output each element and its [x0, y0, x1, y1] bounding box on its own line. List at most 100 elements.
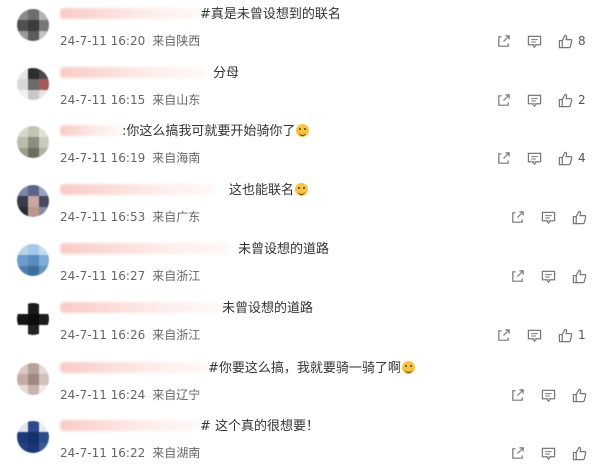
share-icon[interactable] — [510, 269, 525, 284]
avatar[interactable] — [17, 244, 49, 276]
comment-line: 分母 — [60, 65, 239, 83]
comment-meta: 24-7-11 16:22 来自湖南 — [60, 445, 207, 461]
comment-actions — [510, 268, 587, 284]
comment-text: 未曾设想的道路 — [238, 242, 330, 257]
thumbs-up-icon[interactable] — [572, 388, 587, 403]
comment-text: :你这么搞我可就要开始骑你了 — [122, 124, 296, 139]
comment-icon[interactable] — [527, 328, 542, 343]
redacted-username[interactable] — [60, 420, 200, 431]
comment-line: #真是未曾设想到的联名 — [60, 6, 341, 24]
comment-line: # 这个真的很想要！ — [60, 418, 319, 436]
avatar[interactable] — [17, 9, 49, 41]
comment-date: 24-7-11 16:22 — [60, 446, 146, 460]
comment-meta: 24-7-11 16:24 来自辽宁 — [60, 387, 207, 403]
comment-actions: 8 — [496, 33, 586, 49]
comment-location: 来自海南 — [152, 151, 201, 165]
comment-text: # 这个真的很想要！ — [200, 419, 320, 434]
comment-actions: 4 — [496, 150, 586, 166]
laughing-emoji-icon — [295, 183, 309, 196]
comment-icon[interactable] — [541, 446, 556, 461]
comment-item: :你这么搞我可就要开始骑你了 24-7-11 16:19 来自海南 4 — [0, 119, 600, 178]
thumbs-up-icon[interactable] — [572, 269, 587, 284]
comment-date: 24-7-11 16:26 — [60, 328, 146, 342]
grinning-emoji-icon — [401, 361, 415, 374]
avatar[interactable] — [17, 363, 49, 395]
comment-location: 来自辽宁 — [152, 388, 201, 402]
comment-meta: 24-7-11 16:19 来自海南 — [60, 150, 207, 166]
comment-icon[interactable] — [527, 34, 542, 49]
comment-text: #真是未曾设想到的联名 — [200, 7, 341, 22]
redacted-username[interactable] — [60, 362, 208, 373]
comment-item: 分母 24-7-11 16:15 来自山东 2 — [0, 61, 600, 120]
thumbs-up-icon[interactable] — [558, 34, 573, 49]
comment-icon[interactable] — [541, 388, 556, 403]
comment-date: 24-7-11 16:27 — [60, 269, 146, 283]
comment-actions — [510, 209, 587, 225]
comment-date: 24-7-11 16:53 — [60, 210, 146, 224]
comment-actions — [510, 387, 587, 403]
crying-emoji-icon — [296, 124, 310, 137]
thumbs-up-icon[interactable] — [558, 93, 573, 108]
comment-date: 24-7-11 16:24 — [60, 388, 146, 402]
comment-line: 未曾设想的道路 — [60, 241, 329, 259]
comment-actions: 1 — [496, 327, 586, 343]
like-count: 8 — [578, 34, 586, 48]
comment-line: :你这么搞我可就要开始骑你了 — [60, 123, 310, 141]
comment-item: # 这个真的很想要！ 24-7-11 16:22 来自湖南 — [0, 414, 600, 473]
thumbs-up-icon[interactable] — [572, 210, 587, 225]
comment-meta: 24-7-11 16:15 来自山东 — [60, 92, 207, 108]
comment-line: 未曾设想的道路 — [60, 300, 313, 318]
share-icon[interactable] — [496, 93, 511, 108]
comment-actions — [510, 445, 587, 461]
share-icon[interactable] — [496, 151, 511, 166]
comment-text: 分母 — [213, 66, 240, 81]
redacted-username[interactable] — [60, 302, 222, 313]
share-icon[interactable] — [510, 210, 525, 225]
comment-meta: 24-7-11 16:27 来自浙江 — [60, 268, 207, 284]
comment-item: 这也能联名 24-7-11 16:53 来自广东 — [0, 178, 600, 237]
comment-actions: 2 — [496, 92, 586, 108]
share-icon[interactable] — [510, 388, 525, 403]
avatar[interactable] — [17, 303, 49, 335]
comment-date: 24-7-11 16:20 — [60, 34, 146, 48]
comment-text: 未曾设想的道路 — [222, 301, 314, 316]
comment-item: 未曾设想的道路 24-7-11 16:26 来自浙江 1 — [0, 296, 600, 355]
comment-item: #真是未曾设想到的联名 24-7-11 16:20 来自陕西 8 — [0, 2, 600, 61]
comment-icon[interactable] — [527, 151, 542, 166]
avatar[interactable] — [17, 68, 49, 100]
avatar[interactable] — [17, 126, 49, 158]
redacted-username[interactable] — [60, 125, 122, 136]
thumbs-up-icon[interactable] — [572, 446, 587, 461]
comment-date: 24-7-11 16:15 — [60, 93, 146, 107]
comment-icon[interactable] — [541, 210, 556, 225]
avatar[interactable] — [17, 421, 49, 453]
comment-location: 来自湖南 — [152, 446, 201, 460]
redacted-username[interactable] — [60, 67, 205, 78]
redacted-username[interactable] — [60, 243, 230, 254]
thumbs-up-icon[interactable] — [558, 328, 573, 343]
avatar[interactable] — [17, 185, 49, 217]
redacted-username[interactable] — [60, 184, 215, 195]
like-count: 2 — [578, 93, 586, 107]
redacted-username[interactable] — [60, 8, 200, 19]
comment-location: 来自广东 — [152, 210, 201, 224]
share-icon[interactable] — [496, 34, 511, 49]
comment-line: #你要这么搞，我就要骑一骑了啊 — [60, 360, 415, 378]
comment-text: #你要这么搞，我就要骑一骑了啊 — [208, 361, 401, 376]
share-icon[interactable] — [496, 328, 511, 343]
thumbs-up-icon[interactable] — [558, 151, 573, 166]
comment-location: 来自陕西 — [152, 34, 201, 48]
comment-meta: 24-7-11 16:20 来自陕西 — [60, 33, 207, 49]
comment-icon[interactable] — [541, 269, 556, 284]
comment-date: 24-7-11 16:19 — [60, 151, 146, 165]
comment-meta: 24-7-11 16:53 来自广东 — [60, 209, 207, 225]
comment-meta: 24-7-11 16:26 来自浙江 — [60, 327, 207, 343]
like-count: 1 — [578, 328, 586, 342]
comment-location: 来自山东 — [152, 93, 201, 107]
comment-line: 这也能联名 — [60, 182, 309, 200]
comment-item: 未曾设想的道路 24-7-11 16:27 来自浙江 — [0, 237, 600, 296]
comment-text: 这也能联名 — [229, 183, 295, 198]
comment-icon[interactable] — [527, 93, 542, 108]
share-icon[interactable] — [510, 446, 525, 461]
comment-location: 来自浙江 — [152, 328, 201, 342]
